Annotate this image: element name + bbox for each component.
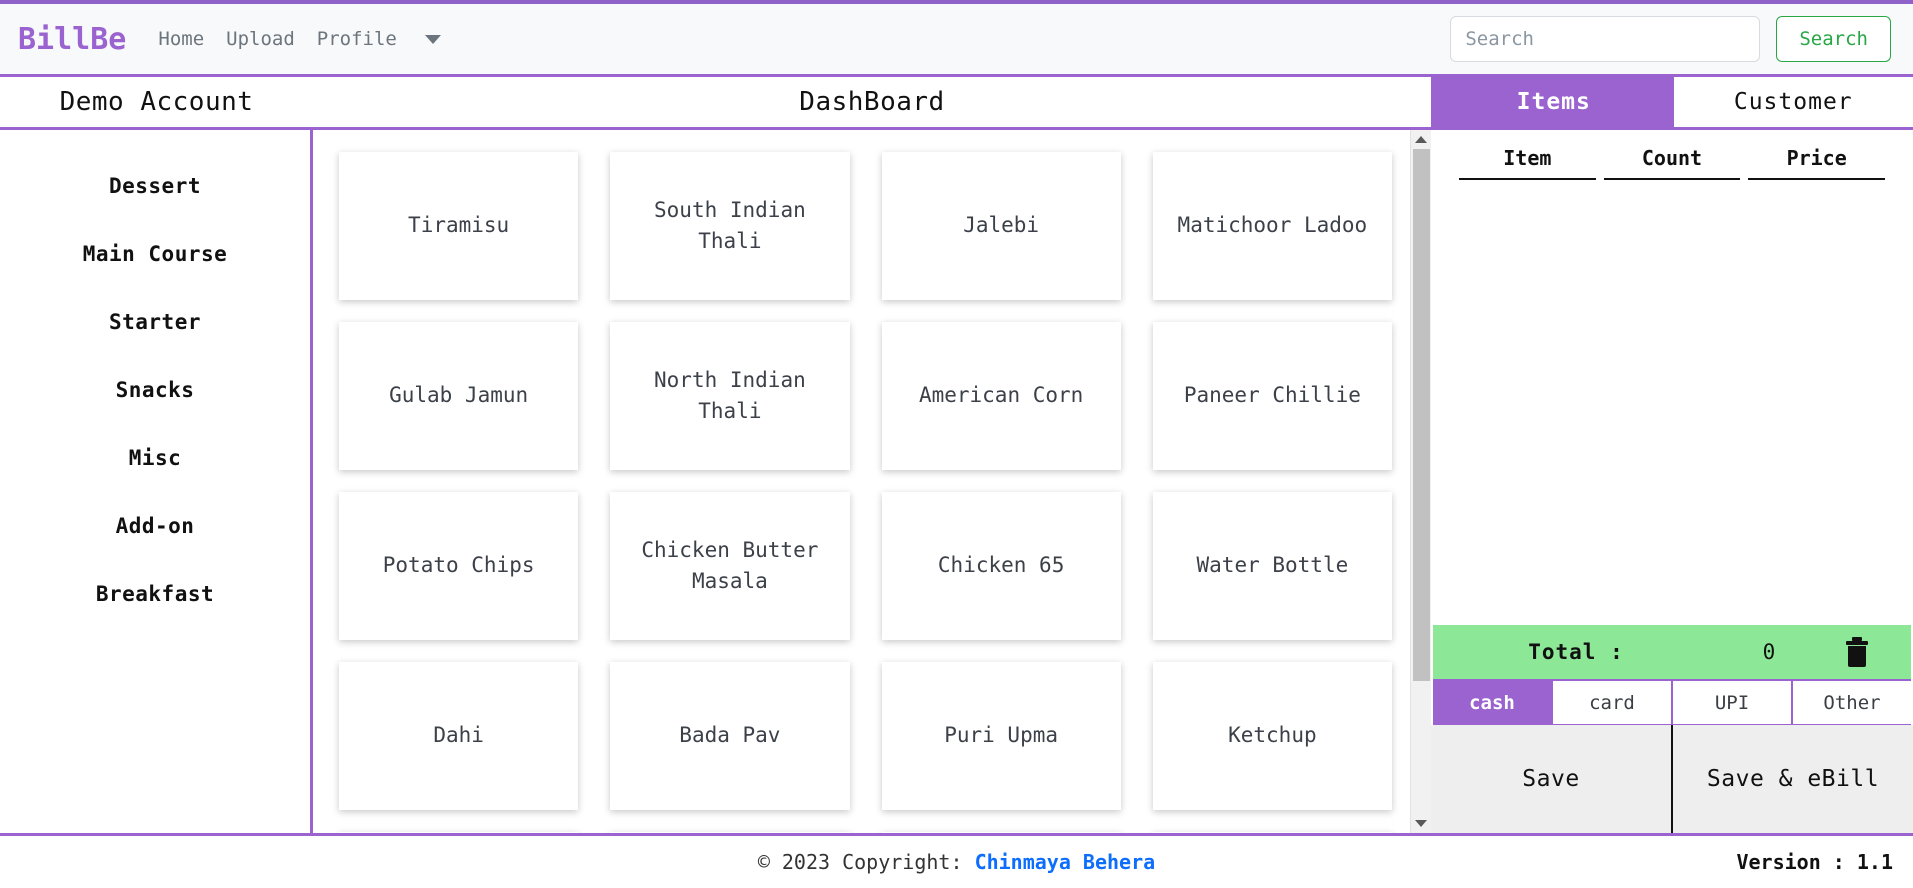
sidebar-item-add-on[interactable]: Add-on (0, 492, 310, 560)
bill-table: Item Count Price (1431, 130, 1913, 180)
sidebar-item-main-course[interactable]: Main Course (0, 220, 310, 288)
item-grid: Tiramisu South Indian Thali Jalebi Matic… (339, 152, 1392, 833)
navbar: BillBe Home Upload Profile Search (0, 0, 1913, 74)
bill-panel-spacer (1431, 180, 1913, 625)
item-card[interactable]: Puri Upma (881, 662, 1121, 810)
sidebar-item-breakfast[interactable]: Breakfast (0, 560, 310, 628)
sub-header: Demo Account DashBoard Items Customer (0, 74, 1913, 130)
account-name: Demo Account (59, 87, 254, 117)
brand-logo[interactable]: BillBe (18, 22, 126, 57)
nav-link-profile[interactable]: Profile (317, 28, 397, 50)
scrollbar-thumb[interactable] (1412, 149, 1430, 681)
item-grid-scroll: Tiramisu South Indian Thali Jalebi Matic… (313, 130, 1410, 833)
item-card[interactable]: Potato Chips (339, 492, 579, 640)
footer: © 2023 Copyright: Chinmaya Behera Versio… (0, 833, 1913, 888)
sidebar-item-starter[interactable]: Starter (0, 288, 310, 356)
page-title: DashBoard (799, 87, 945, 117)
navbar-right: Search (1450, 16, 1891, 62)
item-grid-scrollbar[interactable] (1410, 130, 1431, 833)
scrollbar-track[interactable] (1411, 149, 1432, 814)
item-grid-panel: Tiramisu South Indian Thali Jalebi Matic… (313, 130, 1431, 833)
payment-tab-card[interactable]: card (1553, 681, 1673, 724)
column-header-item: Item (1459, 146, 1596, 180)
bill-panel: Item Count Price Total : 0 cash card UPI… (1431, 130, 1913, 833)
item-card[interactable]: Dahi (339, 662, 579, 810)
total-label: Total : (1528, 640, 1624, 664)
panel-tabs: Items Customer (1431, 77, 1913, 127)
item-card[interactable]: Bada Pav (610, 662, 850, 810)
total-bar: Total : 0 (1433, 625, 1911, 681)
bill-table-header: Item Count Price (1455, 146, 1889, 180)
app-root: BillBe Home Upload Profile Search Demo A… (0, 0, 1913, 888)
save-actions: Save Save & eBill (1431, 725, 1913, 833)
item-card[interactable]: Gulab Jamun (339, 322, 579, 470)
total-value: 0 (1762, 640, 1776, 664)
version-label: Version : 1.1 (1736, 850, 1893, 874)
item-card[interactable]: Paneer Chillie (1152, 322, 1392, 470)
scroll-up-arrow-icon[interactable] (1410, 130, 1431, 149)
item-card[interactable]: South Indian Thali (610, 152, 850, 300)
sidebar-item-snacks[interactable]: Snacks (0, 356, 310, 424)
chevron-down-icon[interactable] (424, 34, 441, 44)
item-card[interactable]: Matichoor Ladoo (1152, 152, 1392, 300)
payment-method-tabs: cash card UPI Other (1433, 681, 1911, 725)
save-and-ebill-button[interactable]: Save & eBill (1673, 725, 1913, 833)
item-card[interactable]: Ketchup (1152, 662, 1392, 810)
search-input[interactable] (1450, 16, 1761, 62)
item-card[interactable]: Jalebi (881, 152, 1121, 300)
nav-link-upload[interactable]: Upload (226, 28, 295, 50)
item-card[interactable]: North Indian Thali (610, 322, 850, 470)
author-link[interactable]: Chinmaya Behera (975, 850, 1156, 874)
item-card[interactable]: Chicken Butter Masala (610, 492, 850, 640)
scroll-down-arrow-icon[interactable] (1410, 814, 1431, 833)
sidebar-item-dessert[interactable]: Dessert (0, 152, 310, 220)
column-header-count: Count (1603, 146, 1741, 180)
payment-tab-upi[interactable]: UPI (1673, 681, 1793, 724)
save-button[interactable]: Save (1431, 725, 1673, 833)
category-sidebar: Dessert Main Course Starter Snacks Misc … (0, 130, 313, 833)
copyright-text: © 2023 Copyright: Chinmaya Behera (0, 850, 1913, 874)
item-card[interactable]: Water Bottle (1152, 492, 1392, 640)
item-card[interactable]: American Corn (881, 322, 1121, 470)
tab-items[interactable]: Items (1434, 77, 1674, 127)
tab-customer[interactable]: Customer (1673, 77, 1913, 127)
payment-tab-other[interactable]: Other (1793, 681, 1911, 724)
copyright-prefix: © 2023 Copyright: (757, 850, 963, 874)
column-header-price: Price (1748, 146, 1886, 180)
nav-links: Home Upload Profile (158, 28, 441, 50)
sidebar-item-misc[interactable]: Misc (0, 424, 310, 492)
item-card[interactable]: Chicken 65 (881, 492, 1121, 640)
trash-icon[interactable] (1829, 637, 1885, 667)
search-button[interactable]: Search (1776, 16, 1891, 62)
payment-tab-cash[interactable]: cash (1433, 681, 1553, 724)
nav-link-home[interactable]: Home (158, 28, 204, 50)
item-card[interactable]: Tiramisu (339, 152, 579, 300)
main-body: Dessert Main Course Starter Snacks Misc … (0, 130, 1913, 833)
